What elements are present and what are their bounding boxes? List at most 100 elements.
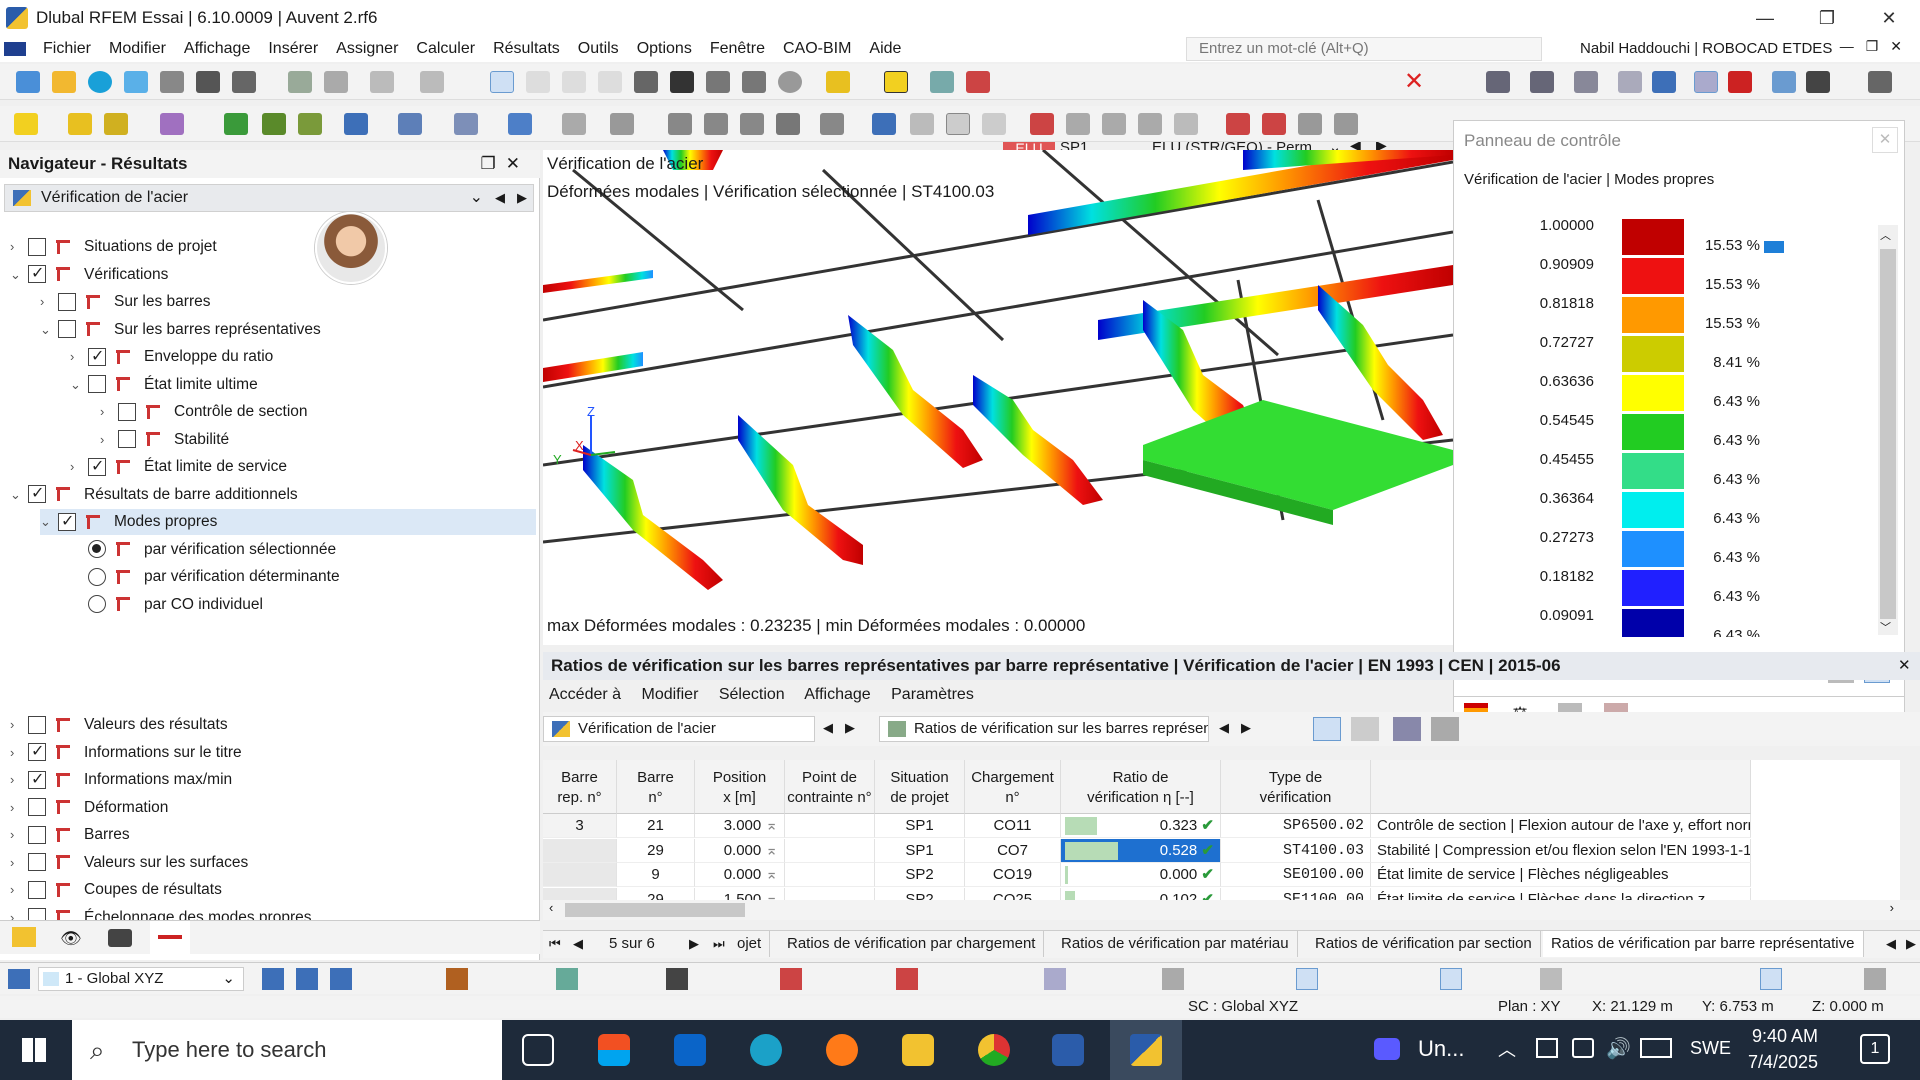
chevron-right-icon[interactable]: › [10, 795, 28, 821]
ruler4-icon[interactable] [1334, 113, 1358, 135]
column-header[interactable]: Situation de projet [875, 760, 965, 814]
table-cell-ratio[interactable]: 0.323 ✔ [1061, 814, 1221, 838]
snap-surface-icon[interactable] [330, 968, 352, 990]
tree-item[interactable]: par vérification sélectionnée [70, 537, 336, 563]
table-cell-sit[interactable]: SP1 [875, 814, 965, 838]
checkbox[interactable] [28, 825, 46, 844]
chevron-right-icon[interactable]: › [10, 767, 28, 793]
block-icon[interactable] [508, 113, 532, 135]
table-cell-pos[interactable]: 1.500 ⌅ [695, 887, 785, 900]
column-header[interactable]: Barre n° [617, 760, 695, 814]
globe-icon[interactable] [778, 71, 802, 93]
view-icon[interactable] [1772, 71, 1796, 93]
table-horizontal-scrollbar[interactable]: ‹ › [543, 900, 1920, 920]
delete-x-icon[interactable]: ✕ [1402, 70, 1426, 94]
tab-par-materiau[interactable]: Ratios de vérification par matériau [1053, 931, 1298, 957]
column-header[interactable]: Barre rep. n° [543, 760, 617, 814]
table-cell-ch[interactable]: CO7 [965, 838, 1061, 863]
menu-inserer[interactable]: Insérer [259, 40, 327, 58]
table-cell-desc[interactable]: Stabilité | Compression et/ou flexion se… [1371, 838, 1751, 863]
table-cell-barre[interactable]: 29 [617, 838, 695, 863]
undo-icon[interactable] [370, 71, 394, 93]
chevron-right-icon[interactable]: › [100, 427, 118, 453]
radio-button[interactable] [88, 595, 106, 614]
imperfection-icon[interactable] [776, 113, 800, 135]
column-header[interactable]: Point de contrainte n° [785, 760, 875, 814]
display-tree-item[interactable]: › Informations max/min [10, 767, 232, 793]
chevron-right-icon[interactable]: › [40, 289, 58, 315]
legend-slider-handle[interactable] [1764, 241, 1784, 253]
tree-item[interactable]: › Enveloppe du ratio [70, 344, 273, 370]
network-icon[interactable] [1572, 1038, 1594, 1058]
filter-icon[interactable] [1806, 71, 1830, 93]
table-icon[interactable] [982, 113, 1006, 135]
results-menu-affichage[interactable]: Affichage [804, 686, 870, 703]
coordinate-system-icon[interactable] [8, 969, 30, 989]
tree-item[interactable]: › Situations de projet [10, 234, 217, 260]
scrollbar-thumb[interactable] [565, 903, 745, 917]
chevron-right-icon[interactable]: › [10, 740, 28, 766]
table-cell-ratio[interactable]: 0.528 ✔ [1061, 838, 1221, 863]
close-button[interactable]: ✕ [1858, 0, 1920, 36]
redo-icon[interactable] [420, 71, 444, 93]
tree-item[interactable]: ⌄ Modes propres [40, 509, 536, 535]
table-cell-type[interactable]: SP6500.02 [1221, 814, 1371, 838]
table-cell-pt[interactable] [785, 838, 875, 863]
checkbox[interactable] [88, 454, 106, 480]
menu-resultats[interactable]: Résultats [484, 40, 569, 58]
table-cell-pt[interactable] [785, 814, 875, 838]
chevron-right-icon[interactable]: › [10, 822, 28, 848]
tool-b-icon[interactable] [556, 968, 578, 990]
grid-icon[interactable] [526, 71, 550, 93]
surface-icon[interactable] [344, 113, 368, 135]
checkbox[interactable] [28, 767, 46, 793]
firefox-icon[interactable] [826, 1034, 858, 1066]
checkbox[interactable] [28, 261, 46, 287]
chevron-right-icon[interactable]: › [10, 234, 28, 260]
menu-cao-bim[interactable]: CAO-BIM [774, 40, 860, 58]
chevron-up-icon[interactable]: ︿ [1498, 1036, 1516, 1062]
xxx-red-icon[interactable] [1728, 71, 1752, 93]
snap-line-icon[interactable] [296, 968, 318, 990]
list-icon[interactable] [324, 71, 348, 93]
chevron-right-icon[interactable]: › [10, 877, 28, 903]
table-cell-desc[interactable]: État limite de service | Flèches néglige… [1371, 863, 1751, 887]
prev-page-icon[interactable]: ◀ [573, 931, 583, 957]
navigator-module-select[interactable]: Vérification de l'acier ⌄ ◀ ▶ [4, 184, 534, 212]
load-surface-icon[interactable] [740, 113, 764, 135]
table-cell-ch[interactable]: CO19 [965, 863, 1061, 887]
document-icon[interactable] [742, 71, 766, 93]
table-cell-pos[interactable]: 0.000 ⌅ [695, 838, 785, 863]
beam-icon[interactable] [298, 113, 322, 135]
table-cell-barre[interactable]: 9 [617, 863, 695, 887]
first-page-icon[interactable]: ⏮ [549, 931, 561, 957]
save-icon[interactable] [196, 71, 220, 93]
display-tree-item[interactable]: › Valeurs des résultats [10, 712, 228, 738]
last-page-icon[interactable]: ⏭ [713, 931, 725, 957]
tree-item[interactable]: par vérification déterminante [70, 564, 340, 590]
cube-icon[interactable] [1652, 71, 1676, 93]
menu-fenetre[interactable]: Fenêtre [701, 40, 774, 58]
chevron-right-icon[interactable]: › [70, 344, 88, 370]
table-cell-desc[interactable]: Contrôle de section | Flexion autour de … [1371, 814, 1751, 838]
navigator-close-icon[interactable]: ✕ [506, 154, 530, 173]
menu-assigner[interactable]: Assigner [327, 40, 407, 58]
polyline-icon[interactable] [104, 113, 128, 135]
checkbox[interactable] [28, 715, 46, 734]
ruler-icon[interactable] [1226, 113, 1250, 135]
windows-start-icon[interactable] [22, 1038, 46, 1062]
table-cell-type[interactable]: SE0100.00 [1221, 863, 1371, 887]
results-menu-acceder[interactable]: Accéder à [549, 686, 621, 703]
maximize-button[interactable]: ❐ [1796, 0, 1858, 36]
hinge-icon[interactable] [562, 113, 586, 135]
checkbox[interactable] [28, 853, 46, 872]
mdi-window-controls[interactable]: —❐✕ [1840, 38, 1914, 55]
checkbox[interactable] [58, 320, 76, 339]
checkbox[interactable] [58, 509, 76, 535]
tool-d-icon[interactable] [780, 968, 802, 990]
support-icon[interactable] [1530, 71, 1554, 93]
view-tab-icon[interactable]: 👁 [60, 929, 82, 949]
column-header[interactable]: Type de vérification [1221, 760, 1371, 814]
notifications-icon[interactable]: 1 [1860, 1034, 1890, 1064]
table-cell-sit[interactable]: SP2 [875, 863, 965, 887]
